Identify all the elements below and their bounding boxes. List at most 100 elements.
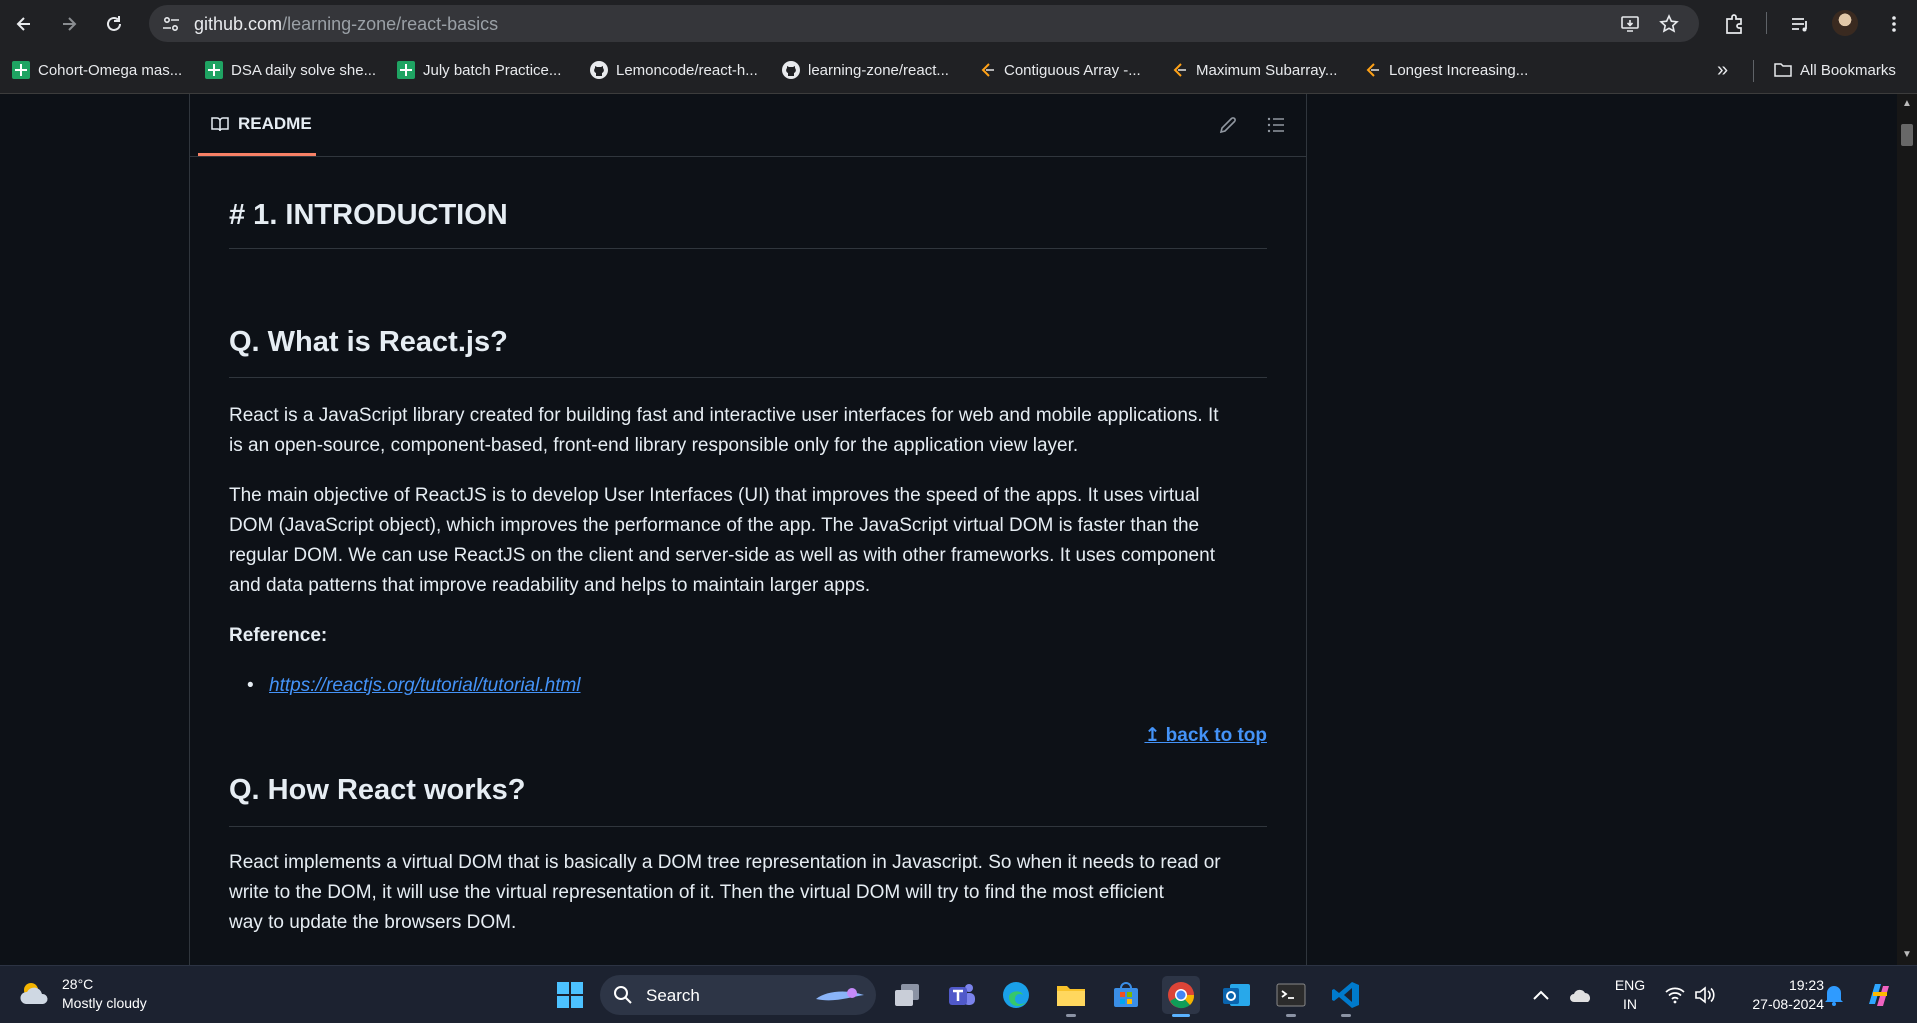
store-button[interactable]: [1107, 976, 1145, 1014]
language-indicator[interactable]: ENG IN: [1612, 976, 1648, 1014]
paragraph: The main objective of ReactJS is to deve…: [229, 481, 1267, 601]
heading-introduction: # 1. INTRODUCTION: [229, 199, 1267, 249]
extensions-icon[interactable]: [1720, 10, 1748, 38]
taskbar-search[interactable]: Search: [600, 975, 876, 1015]
heading-what-is-react: Q. What is React.js?: [229, 326, 1267, 378]
list-item: https://reactjs.org/tutorial/tutorial.ht…: [247, 671, 581, 701]
clock-time: 19:23: [1788, 977, 1824, 993]
reload-icon: [107, 16, 121, 31]
text-line: and data patterns that improve readabili…: [229, 575, 871, 596]
terminal-button[interactable]: [1272, 976, 1310, 1017]
folder-icon: [1774, 61, 1792, 79]
address-bar[interactable]: github.com/learning-zone/react-basics: [149, 5, 1699, 42]
profile-avatar[interactable]: [1832, 10, 1858, 36]
language-code: ENG: [1614, 977, 1646, 993]
vscode-button[interactable]: [1327, 976, 1365, 1017]
bookmark-label: learning-zone/react...: [808, 61, 949, 79]
paragraph: React implements a virtual DOM that is b…: [229, 848, 1267, 938]
outlook-icon: [1223, 984, 1250, 1006]
all-bookmarks-label: All Bookmarks: [1800, 61, 1896, 79]
bookmark-item[interactable]: Maximum Subarray...: [1170, 59, 1337, 81]
bookmark-item[interactable]: Longest Increasing...: [1363, 59, 1528, 81]
weather-condition: Mostly cloudy: [62, 995, 147, 1011]
url-host: github.com: [194, 14, 283, 34]
vscode-icon: [1332, 982, 1359, 1008]
show-hidden-icons-button[interactable]: [1522, 976, 1560, 1014]
bookmark-label: Contiguous Array -...: [1004, 61, 1141, 79]
scroll-down-arrow-icon[interactable]: ▼: [1897, 945, 1917, 965]
onedrive-button[interactable]: [1562, 976, 1600, 1014]
folder-icon: [1057, 986, 1085, 1006]
outline-button[interactable]: [1265, 114, 1287, 136]
scroll-up-arrow-icon[interactable]: ▲: [1897, 94, 1917, 114]
notifications-button[interactable]: [1815, 976, 1853, 1014]
running-indicator: [1286, 1014, 1296, 1017]
teams-icon: [949, 984, 975, 1005]
task-view-button[interactable]: [888, 976, 926, 1014]
chrome-button[interactable]: [1162, 976, 1200, 1017]
speaker-icon: [1695, 986, 1715, 1004]
edge-icon: [1003, 982, 1029, 1008]
media-queue-icon[interactable]: [1786, 10, 1814, 38]
scroll-thumb[interactable]: [1901, 124, 1913, 146]
back-button[interactable]: [8, 8, 40, 40]
sheets-icon: [12, 61, 30, 79]
sheets-icon: [205, 61, 223, 79]
running-indicator: [1341, 1014, 1351, 1017]
url-text[interactable]: github.com/learning-zone/react-basics: [194, 14, 498, 35]
vertical-scrollbar[interactable]: ▲ ▼: [1897, 94, 1917, 965]
bookmark-item[interactable]: Cohort-Omega mas...: [12, 59, 182, 81]
arrow-right-icon: [63, 17, 77, 31]
bookmark-item[interactable]: Contiguous Array -...: [978, 59, 1141, 81]
readme-tab-label: README: [238, 113, 312, 133]
start-button[interactable]: [551, 976, 589, 1014]
clock[interactable]: 19:23 27-08-2024: [1728, 976, 1824, 1014]
bookmark-item[interactable]: DSA daily solve she...: [205, 59, 376, 81]
text-line: way to update the browsers DOM.: [229, 912, 517, 933]
bookmark-item[interactable]: learning-zone/react...: [782, 59, 949, 81]
github-icon: [782, 61, 800, 79]
file-explorer-button[interactable]: [1052, 976, 1090, 1017]
bookmark-label: Lemoncode/react-h...: [616, 61, 758, 79]
chrome-icon: [1168, 982, 1195, 1009]
site-info-icon[interactable]: [160, 13, 182, 35]
bookmark-item[interactable]: Lemoncode/react-h...: [590, 59, 758, 81]
teams-button[interactable]: [943, 976, 981, 1014]
bell-icon: [1825, 986, 1843, 1006]
bookmark-item[interactable]: July batch Practice...: [397, 59, 561, 81]
bookmark-star-icon[interactable]: [1658, 13, 1680, 35]
volume-button[interactable]: [1686, 976, 1724, 1014]
edge-button[interactable]: [997, 976, 1035, 1014]
reference-label: Reference:: [229, 625, 328, 646]
tab-readme[interactable]: README: [198, 94, 316, 156]
bookmark-label: Maximum Subarray...: [1196, 61, 1338, 79]
search-icon: [614, 986, 632, 1004]
task-view-icon: [895, 984, 919, 1006]
menu-kebab-icon[interactable]: [1880, 10, 1908, 38]
reload-button[interactable]: [98, 8, 130, 40]
all-bookmarks-button[interactable]: All Bookmarks: [1774, 59, 1896, 81]
toolbar-divider: [1766, 12, 1767, 34]
copilot-button[interactable]: [1860, 976, 1898, 1014]
running-indicator: [1172, 1014, 1190, 1017]
paragraph: React is a JavaScript library created fo…: [229, 401, 1267, 461]
leetcode-icon: [1170, 61, 1188, 79]
copilot-icon: [1869, 984, 1889, 1006]
edit-button[interactable]: [1217, 114, 1239, 136]
text-line: React implements a virtual DOM that is b…: [229, 852, 1221, 873]
leetcode-icon: [978, 61, 996, 79]
more-bookmarks-button[interactable]: »: [1717, 59, 1728, 81]
install-app-icon[interactable]: [1619, 13, 1641, 35]
outlook-button[interactable]: [1217, 976, 1255, 1014]
text-line: The main objective of ReactJS is to deve…: [229, 485, 1200, 506]
chevron-up-icon: [1533, 990, 1549, 1000]
pencil-icon: [1219, 117, 1236, 134]
region-code: IN: [1623, 996, 1637, 1012]
weather-widget[interactable]: 28°C Mostly cloudy: [18, 975, 147, 1013]
reference-link[interactable]: https://reactjs.org/tutorial/tutorial.ht…: [269, 675, 581, 696]
forward-button[interactable]: [53, 8, 85, 40]
text-line: regular DOM. We can use ReactJS on the c…: [229, 545, 1215, 566]
back-to-top-link[interactable]: ↥ back to top: [1144, 721, 1267, 751]
page-content: README # 1. INTRODUCTION Q. What is Reac…: [0, 94, 1897, 965]
sheets-icon: [397, 61, 415, 79]
